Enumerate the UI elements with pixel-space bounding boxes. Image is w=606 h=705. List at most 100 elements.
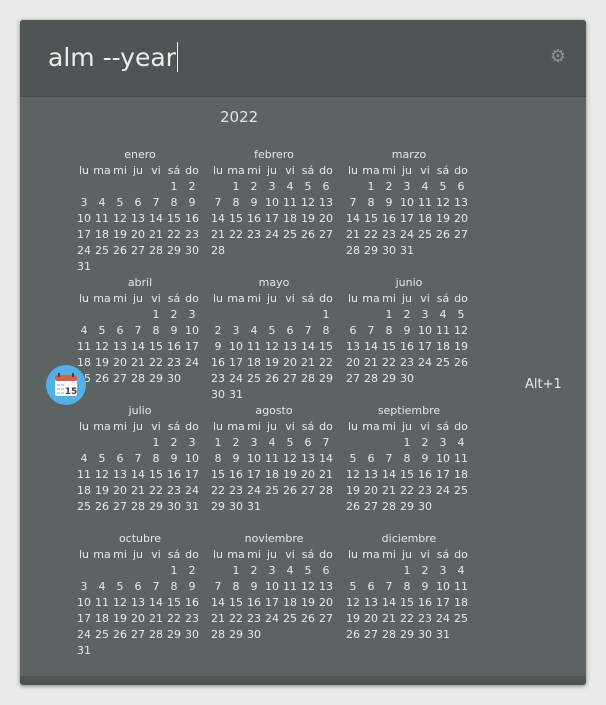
day-cell: 28	[364, 372, 378, 385]
weekday-label: mi	[247, 548, 261, 561]
weekday-label: ma	[362, 164, 380, 177]
day-cell: 4	[80, 324, 88, 337]
day-cell: 22	[149, 356, 163, 369]
weekday-label: lu	[78, 164, 90, 177]
day-cell: 22	[167, 228, 181, 241]
day-cell: 29	[364, 244, 378, 257]
weekday-label: lu	[78, 548, 90, 561]
day-cell: 3	[250, 436, 258, 449]
day-cell: 9	[385, 196, 393, 209]
day-cell: 11	[436, 324, 450, 337]
day-cell: 7	[367, 324, 375, 337]
day-cell: 22	[364, 228, 378, 241]
day-cell: 18	[247, 356, 261, 369]
day-cell: 16	[400, 340, 414, 353]
day-cell: 21	[319, 468, 333, 481]
day-cell: 27	[319, 228, 333, 241]
month-name: marzo	[391, 148, 427, 161]
day-cell: 23	[418, 484, 432, 497]
day-cell: 14	[364, 340, 378, 353]
day-cell: 16	[247, 596, 261, 609]
day-cell: 16	[185, 212, 199, 225]
day-cell: 9	[403, 324, 411, 337]
day-cell: 6	[286, 324, 294, 337]
day-cell: 22	[229, 612, 243, 625]
month-name: octubre	[118, 532, 162, 545]
day-cell: 12	[346, 596, 360, 609]
weekday-label: lu	[347, 548, 359, 561]
weekday-label: mi	[382, 292, 396, 305]
day-cell: 27	[454, 228, 468, 241]
day-cell: 26	[346, 500, 360, 513]
day-cell: 28	[319, 484, 333, 497]
search-bar[interactable]: alm --year ⚙	[20, 20, 586, 97]
weekday-label: vi	[151, 164, 161, 177]
day-cell: 26	[95, 372, 109, 385]
weekday-label: ju	[266, 548, 278, 561]
day-cell: 30	[185, 628, 199, 641]
day-cell: 21	[149, 228, 163, 241]
weekday-label: mi	[113, 420, 127, 433]
month-name: junio	[395, 276, 423, 289]
day-cell: 13	[364, 468, 378, 481]
day-cell: 14	[301, 340, 315, 353]
day-cell: 5	[286, 436, 294, 449]
day-cell: 28	[382, 500, 396, 513]
day-cell: 1	[152, 308, 160, 321]
day-cell: 14	[382, 596, 396, 609]
day-cell: 29	[229, 628, 243, 641]
weekday-label: ma	[93, 164, 111, 177]
day-cell: 2	[170, 436, 178, 449]
day-cell: 10	[265, 580, 279, 593]
weekday-label: mi	[113, 292, 127, 305]
search-input[interactable]: alm --year	[48, 38, 178, 78]
day-cell: 5	[439, 180, 447, 193]
weekday-label: sá	[301, 420, 315, 433]
day-cell: 13	[301, 452, 315, 465]
day-cell: 2	[385, 180, 393, 193]
day-cell: 29	[400, 500, 414, 513]
day-cell: 16	[418, 596, 432, 609]
day-cell: 27	[301, 484, 315, 497]
weekday-label: do	[454, 292, 468, 305]
day-cell: 27	[283, 372, 297, 385]
day-cell: 24	[436, 484, 450, 497]
day-cell: 23	[211, 372, 225, 385]
day-cell: 7	[214, 196, 222, 209]
weekday-label: sá	[436, 292, 450, 305]
day-cell: 15	[149, 340, 163, 353]
day-cell: 25	[454, 484, 468, 497]
gear-icon[interactable]: ⚙	[549, 48, 567, 66]
weekday-label: vi	[285, 548, 295, 561]
day-cell: 19	[113, 228, 127, 241]
day-cell: 10	[418, 324, 432, 337]
day-cell: 25	[283, 228, 297, 241]
day-cell: 24	[247, 484, 261, 497]
day-cell: 16	[167, 340, 181, 353]
weekday-label: ma	[362, 292, 380, 305]
day-cell: 9	[188, 580, 196, 593]
day-cell: 14	[211, 596, 225, 609]
day-cell: 7	[385, 580, 393, 593]
day-cell: 18	[454, 468, 468, 481]
day-cell: 6	[367, 580, 375, 593]
day-cell: 1	[322, 308, 330, 321]
day-cell: 11	[418, 196, 432, 209]
weekday-label: lu	[347, 420, 359, 433]
weekday-label: mi	[382, 548, 396, 561]
day-cell: 21	[364, 356, 378, 369]
day-cell: 20	[131, 228, 145, 241]
day-cell: 26	[95, 500, 109, 513]
day-cell: 11	[247, 340, 261, 353]
day-cell: 15	[211, 468, 225, 481]
day-cell: 25	[265, 484, 279, 497]
day-cell: 21	[149, 612, 163, 625]
day-cell: 1	[170, 564, 178, 577]
day-cell: 8	[403, 452, 411, 465]
day-cell: 24	[77, 628, 91, 641]
calendar-result[interactable]: 2022 enero lu ma mi ju vi sá do 1 2 3 4 5 6 7 8 9 10 11 12 1…	[20, 97, 586, 676]
weekday-label: mi	[247, 292, 261, 305]
weekday-label: ma	[227, 548, 245, 561]
day-cell: 13	[113, 468, 127, 481]
weekday-label: do	[319, 164, 333, 177]
